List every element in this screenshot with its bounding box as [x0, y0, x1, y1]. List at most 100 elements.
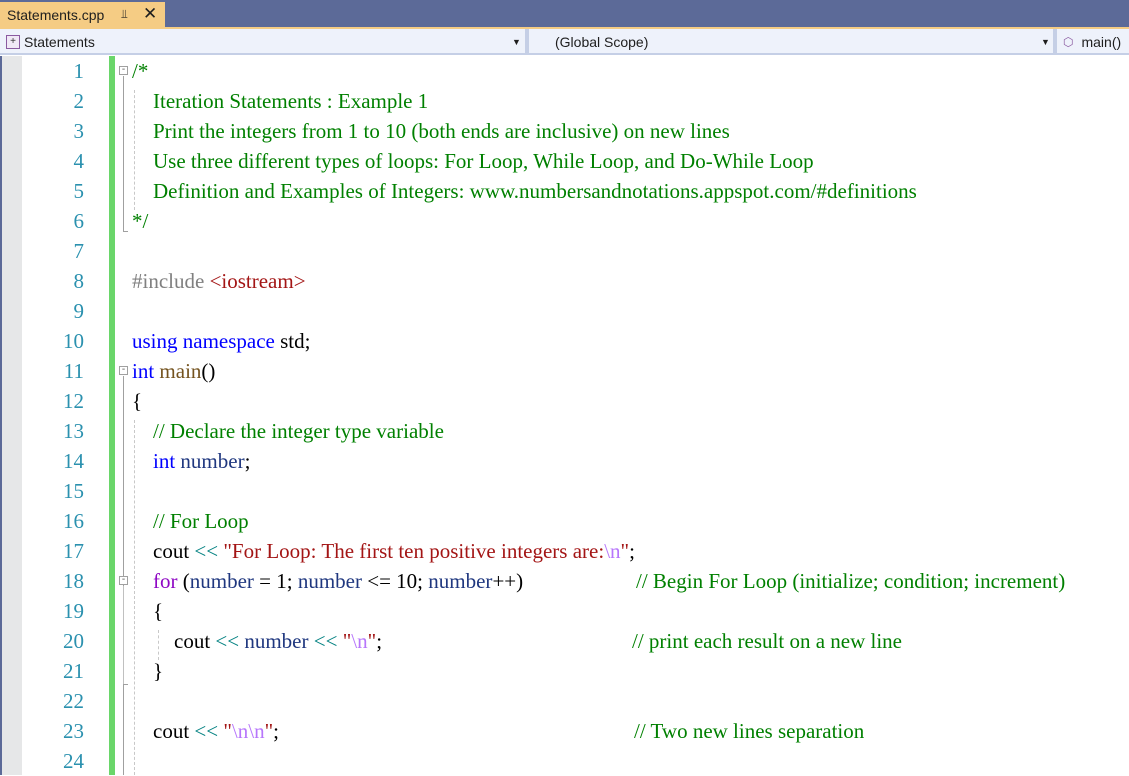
tab-statements-cpp[interactable]: Statements.cpp ⫫ ✕ — [0, 2, 165, 28]
close-icon[interactable]: ✕ — [143, 4, 157, 24]
code-line[interactable]: 15 — [0, 476, 1129, 506]
code-text: { — [132, 596, 163, 626]
code-line[interactable]: 11 int main() — [0, 356, 1129, 386]
chevron-down-icon: ▼ — [1041, 37, 1050, 47]
code-token: // For Loop — [132, 509, 249, 533]
code-token: /* — [132, 59, 149, 83]
line-number: 1 — [73, 59, 85, 83]
line-number: 21 — [63, 659, 84, 683]
code-line[interactable]: 24 — [0, 746, 1129, 776]
chevron-down-icon: ▼ — [512, 37, 521, 47]
code-token: cout — [132, 539, 195, 563]
code-token: number — [244, 629, 314, 653]
code-text: cout << "For Loop: The first ten positiv… — [132, 536, 635, 566]
code-token: // Declare the integer type variable — [132, 419, 444, 443]
code-line[interactable]: 3 Print the integers from 1 to 10 (both … — [0, 116, 1129, 146]
code-line[interactable]: 14 int number; — [0, 446, 1129, 476]
code-token: ; — [244, 449, 251, 473]
line-number: 5 — [73, 179, 85, 203]
code-token: number — [189, 569, 254, 593]
project-dropdown[interactable]: + Statements ▼ — [0, 29, 525, 54]
code-line[interactable]: 13 // Declare the integer type variable — [0, 416, 1129, 446]
code-line[interactable]: 22 — [0, 686, 1129, 716]
line-number: 24 — [63, 749, 84, 773]
code-text: #include <iostream> — [132, 266, 306, 296]
code-token: Definition and Examples of Integers: www… — [132, 179, 917, 203]
code-line[interactable]: 20 cout << number << "\n"; // print each … — [0, 626, 1129, 656]
tab-filename: Statements.cpp — [7, 7, 105, 23]
collapse-main-icon[interactable]: - — [119, 365, 128, 375]
code-token: std; — [280, 329, 311, 353]
indent-guide — [134, 90, 135, 210]
code-token: */ — [132, 209, 149, 233]
code-text: /* — [132, 56, 148, 86]
project-icon: + — [6, 34, 20, 49]
line-number: 15 — [63, 479, 84, 503]
collapse-comment-icon[interactable]: - — [119, 65, 128, 75]
code-line[interactable]: 21 } — [0, 656, 1129, 686]
outline-line — [123, 586, 124, 684]
pin-icon[interactable]: ⫫ — [121, 7, 128, 22]
line-number: 10 — [63, 329, 84, 353]
code-token: " — [342, 629, 352, 653]
code-token: <= 10; — [362, 569, 429, 593]
code-text: */ — [132, 206, 148, 236]
collapse-for-icon[interactable]: - — [119, 575, 128, 585]
code-token: ; — [629, 539, 635, 563]
code-text: cout << "\n\n"; — [132, 716, 279, 746]
code-line[interactable]: 7 — [0, 236, 1129, 266]
line-number: 17 — [63, 539, 84, 563]
code-token: { — [132, 599, 164, 623]
code-line[interactable]: 23 cout << "\n\n"; // Two new lines separ… — [0, 716, 1129, 746]
line-number: 2 — [73, 89, 85, 113]
code-token: for — [153, 569, 183, 593]
trailing-comment: // Begin For Loop (initialize; condition… — [636, 569, 1066, 593]
code-line[interactable]: 1 /* — [0, 56, 1129, 86]
scope-dropdown[interactable]: (Global Scope) ▼ — [529, 29, 1053, 54]
code-token: number — [180, 449, 245, 473]
line-number: 9 — [73, 299, 85, 323]
code-line[interactable]: 10 using namespace std; — [0, 326, 1129, 356]
code-line[interactable]: 18 for (number = 1; number <= 10; number… — [0, 566, 1129, 596]
document-tab-bar: Statements.cpp ⫫ ✕ — [0, 0, 1129, 28]
code-line[interactable]: 16 // For Loop — [0, 506, 1129, 536]
code-text: } — [132, 656, 163, 686]
indent-guide — [158, 630, 159, 660]
trailing-comment: // Two new lines separation — [634, 719, 865, 743]
member-dropdown[interactable]: ⬡ main() — [1057, 29, 1129, 54]
code-line[interactable]: 19 { — [0, 596, 1129, 626]
code-token: () — [201, 359, 216, 383]
code-line[interactable]: 6 */ — [0, 206, 1129, 236]
line-number: 20 — [63, 629, 84, 653]
code-token: { — [132, 389, 143, 413]
code-line[interactable]: 5 Definition and Examples of Integers: w… — [0, 176, 1129, 206]
code-token: int — [132, 359, 160, 383]
code-text: Print the integers from 1 to 10 (both en… — [132, 116, 730, 146]
code-line[interactable]: 17 cout << "For Loop: The first ten posi… — [0, 536, 1129, 566]
code-text: Definition and Examples of Integers: www… — [132, 176, 917, 206]
code-text: Iteration Statements : Example 1 — [132, 86, 428, 116]
code-text: Use three different types of loops: For … — [132, 146, 814, 176]
outline-line — [123, 76, 124, 232]
code-token: number — [297, 569, 362, 593]
line-number: 3 — [73, 119, 85, 143]
code-token: Print the integers from 1 to 10 (both en… — [132, 119, 730, 143]
project-name: Statements — [24, 33, 95, 50]
code-line[interactable]: 12 { — [0, 386, 1129, 416]
code-token: int — [153, 449, 181, 473]
code-token: \n\n — [231, 719, 265, 743]
code-line[interactable]: 9 — [0, 296, 1129, 326]
line-number: 4 — [73, 149, 85, 173]
code-text: { — [132, 386, 142, 416]
code-text: int number; — [132, 446, 250, 476]
indent-guide — [134, 420, 135, 775]
code-token: #include — [132, 269, 210, 293]
line-number: 16 — [63, 509, 84, 533]
code-line[interactable]: 4 Use three different types of loops: Fo… — [0, 146, 1129, 176]
code-token: ; — [376, 629, 383, 653]
code-token: number — [428, 569, 493, 593]
code-line[interactable]: 2 Iteration Statements : Example 1 — [0, 86, 1129, 116]
code-token: <iostream> — [209, 269, 306, 293]
code-line[interactable]: 8 #include <iostream> — [0, 266, 1129, 296]
